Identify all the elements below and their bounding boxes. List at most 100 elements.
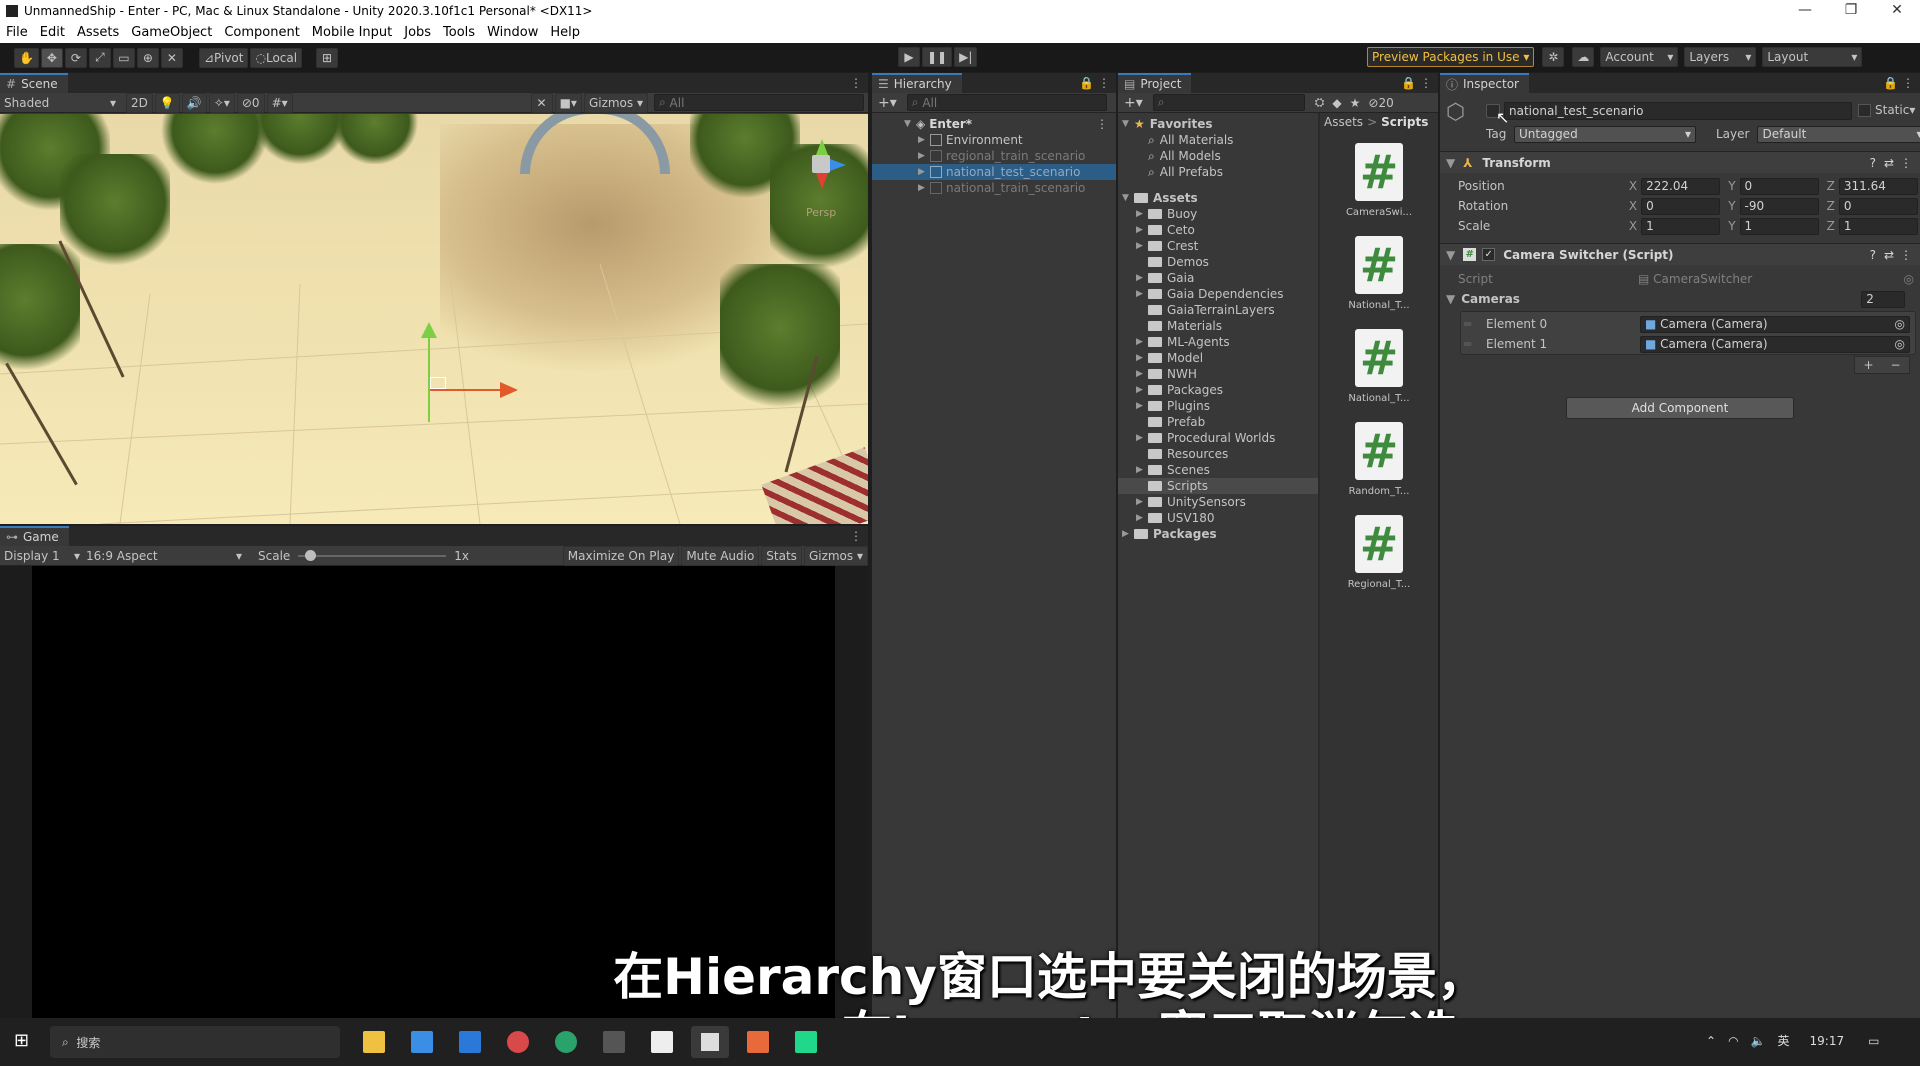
y-arrow-icon[interactable] [421,322,437,338]
grid-snap-icon[interactable]: ⊞ [316,47,339,68]
menu-assets[interactable]: Assets [71,25,125,40]
drag-handle-icon[interactable]: ═ [1464,317,1486,331]
expand-arrow-icon[interactable]: ▶ [918,167,930,177]
taskbar-search-input[interactable]: ⌕ 搜索 [50,1026,340,1058]
expand-arrow-icon[interactable]: ▶ [1136,337,1148,347]
asset-folder-item[interactable]: ▶ Gaia [1118,270,1318,286]
element-camera-field[interactable]: ■ Camera (Camera) ◎ [1640,315,1910,333]
asset-folder-item[interactable]: GaiaTerrainLayers [1118,302,1318,318]
more-options-icon[interactable]: ⋮ [850,529,862,543]
position-z-field[interactable]: 311.64 [1838,177,1918,195]
effects-icon[interactable]: ✧▾ [208,92,235,113]
cameras-row[interactable]: ▼ Cameras 2 [1446,290,1916,308]
x-axis-handle[interactable] [430,389,500,391]
add-element-button[interactable]: + [1863,358,1873,372]
expand-arrow-icon[interactable]: ▶ [1136,465,1148,475]
more-options-icon[interactable]: ⋮ [1096,117,1108,131]
lighting-icon[interactable]: 💡 [154,92,180,113]
paint-icon[interactable] [507,1031,529,1053]
mode-2d-toggle[interactable]: 2D [126,92,153,113]
ime-indicator[interactable]: 英 [1778,1032,1790,1049]
expand-arrow-icon[interactable]: ▶ [918,183,930,193]
chevron-up-icon[interactable]: ⌃ [1706,1034,1716,1048]
packages-root[interactable]: ▶ Packages [1118,526,1318,542]
more-options-icon[interactable]: ⋮ [1420,76,1432,90]
more-options-icon[interactable]: ⋮ [1900,248,1912,262]
lock-icon[interactable]: 🔒 [1883,76,1898,90]
add-component-button[interactable]: Add Component [1566,397,1794,419]
hierarchy-item-national-test-scenario[interactable]: ▶ national_test_scenario [872,164,1116,180]
object-picker-icon[interactable]: ◎ [1895,337,1905,351]
hand-tool-icon[interactable]: ✋ [14,47,39,68]
tab-scene[interactable]: # Scene [0,73,68,93]
layer-dropdown[interactable]: Default ▾ [1757,125,1920,143]
scale-tool-icon[interactable]: ⤢ [88,47,111,68]
rect-tool-icon[interactable]: ▭ [112,47,135,68]
expand-arrow-icon[interactable]: ▼ [1446,248,1455,262]
drag-handle-icon[interactable]: ═ [1464,337,1486,351]
asset-folder-item[interactable]: Scripts [1118,478,1318,494]
expand-arrow-icon[interactable]: ▶ [1136,353,1148,363]
expand-arrow-icon[interactable]: ▼ [1446,292,1455,306]
file-explorer-icon[interactable] [363,1031,385,1053]
asset-folder-item[interactable]: ▶ Buoy [1118,206,1318,222]
expand-arrow-icon[interactable]: ▶ [1136,225,1148,235]
script-asset[interactable]: # Regional_T... [1334,515,1424,590]
unity-hub-icon[interactable] [603,1031,625,1053]
asset-folder-item[interactable]: ▶ Model [1118,350,1318,366]
hidden-objects-toggle[interactable]: ⊘ 0 [236,92,265,113]
expand-arrow-icon[interactable]: ▶ [1136,433,1148,443]
favorite-item[interactable]: ⌕ All Models [1118,148,1318,164]
rotation-x-field[interactable]: 0 [1641,197,1721,215]
expand-arrow-icon[interactable]: ▶ [1136,513,1148,523]
expand-arrow-icon[interactable]: ▼ [904,119,916,129]
favorites-section[interactable]: ▼ ★ Favorites [1118,116,1318,132]
menu-gameobject[interactable]: GameObject [125,25,218,40]
asset-folder-item[interactable]: ▶ Scenes [1118,462,1318,478]
layers-dropdown[interactable]: Layers ▾ [1684,47,1757,67]
preset-icon[interactable]: ⇄ [1884,248,1894,262]
gizmo-x-icon[interactable] [816,173,828,189]
transform-header[interactable]: ▼ ⅄ Transform ? ⇄ ⋮ [1440,151,1920,173]
filter-type-icon[interactable]: ⛭ [1315,95,1325,110]
camera-switcher-header[interactable]: ▼ # ✓ Camera Switcher (Script) ? ⇄ ⋮ [1440,243,1920,265]
shading-mode-dropdown[interactable]: Shaded ▾ [4,96,116,110]
scene-root-item[interactable]: ▼ ◈ Enter* ⋮ [872,116,1116,132]
element-camera-field[interactable]: ■ Camera (Camera) ◎ [1640,335,1910,353]
rotate-tool-icon[interactable]: ⟳ [64,47,87,68]
office-icon[interactable] [747,1031,769,1053]
filter-label-icon[interactable]: ◆ [1332,96,1341,110]
object-picker-icon[interactable]: ◎ [1895,317,1905,331]
aspect-dropdown[interactable]: 16:9 Aspect ▾ [86,549,242,563]
tools-icon[interactable]: ✕ [530,92,553,113]
hierarchy-item-environment[interactable]: ▶ Environment [872,132,1116,148]
asset-folder-item[interactable]: Prefab [1118,414,1318,430]
slider-thumb[interactable] [305,549,317,561]
grid-icon[interactable]: #▾ [266,92,293,113]
expand-arrow-icon[interactable]: ▶ [1136,289,1148,299]
expand-arrow-icon[interactable]: ▶ [1136,369,1148,379]
rotation-y-field[interactable]: -90 [1739,197,1819,215]
favorite-star-icon[interactable]: ★ [1350,96,1361,110]
more-options-icon[interactable]: ⋮ [1900,156,1912,170]
tab-hierarchy[interactable]: ☰ Hierarchy [872,73,962,93]
game-gizmos-dropdown[interactable]: Gizmos ▾ [803,545,868,566]
tab-game[interactable]: ⊶ Game [0,526,69,546]
tab-inspector[interactable]: ⓘ Inspector [1440,73,1529,93]
display-dropdown[interactable]: Display 1 ▾ [4,549,80,563]
asset-folder-item[interactable]: ▶ Gaia Dependencies [1118,286,1318,302]
audio-icon[interactable]: 🔊 [181,92,207,113]
expand-arrow-icon[interactable]: ▼ [1446,156,1455,170]
scale-x-field[interactable]: 1 [1641,217,1721,235]
expand-arrow-icon[interactable]: ▶ [1136,497,1148,507]
position-x-field[interactable]: 222.04 [1641,177,1721,195]
static-checkbox[interactable] [1858,103,1871,117]
chevron-down-icon[interactable]: ▾ [1909,103,1915,117]
step-button[interactable]: ▶| [954,47,978,67]
script-asset[interactable]: # Random_T... [1334,422,1424,497]
create-asset-button[interactable]: +▾ [1124,95,1143,111]
expand-arrow-icon[interactable]: ▶ [1136,401,1148,411]
project-search-input[interactable]: ⌕ [1152,94,1305,111]
unity-editor-icon[interactable] [691,1026,729,1058]
expand-arrow-icon[interactable]: ▶ [1136,385,1148,395]
